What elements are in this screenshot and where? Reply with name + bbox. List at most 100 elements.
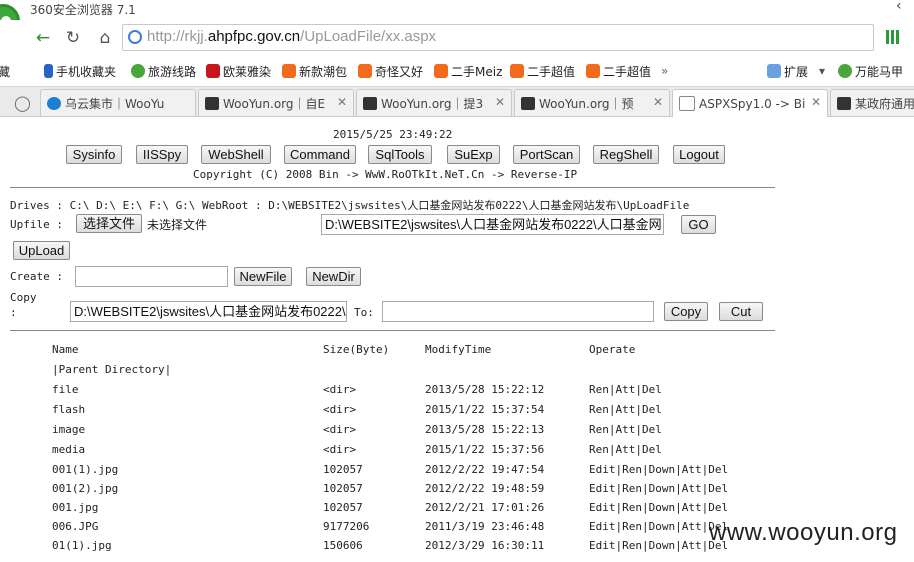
cloud-icon <box>47 96 61 110</box>
bookmark-1[interactable]: 手机收藏夹 <box>44 62 116 80</box>
sqltools-button[interactable]: SqlTools <box>368 145 432 164</box>
create-name-input[interactable] <box>75 266 228 287</box>
grid-icon <box>767 64 781 78</box>
extensions-menu[interactable]: 扩展 <box>767 62 808 80</box>
operate-links[interactable]: Edit|Ren|Down|Att|Del <box>589 501 728 514</box>
modify-time: 2012/2/21 17:01:26 <box>425 501 545 514</box>
logout-button[interactable]: Logout <box>673 145 725 164</box>
copy-dest-input[interactable] <box>382 301 654 322</box>
file-size: <dir> <box>323 403 357 416</box>
upload-button[interactable]: UpLoad <box>13 241 70 260</box>
webshell-button[interactable]: WebShell <box>201 145 271 164</box>
bookmark-0[interactable]: 藏 <box>0 62 10 80</box>
chevron-up-icon[interactable]: ‹ <box>896 0 902 14</box>
close-icon[interactable]: ✕ <box>653 95 663 109</box>
choose-file-button[interactable]: 选择文件 <box>76 214 142 233</box>
file-name-link[interactable]: 001(2).jpg <box>52 482 118 495</box>
bookmark-6[interactable]: 二手Meiz <box>434 62 502 80</box>
column-header-operate: Operate <box>589 343 636 356</box>
newfile-button[interactable]: NewFile <box>234 267 292 286</box>
home-icon[interactable]: ⌂ <box>94 27 116 49</box>
modify-time: 2012/2/22 19:48:59 <box>425 482 545 495</box>
modify-time: 2015/1/22 15:37:56 <box>425 443 545 456</box>
file-size: 102057 <box>323 501 363 514</box>
file-name-link[interactable]: 001(1).jpg <box>52 463 118 476</box>
iisspy-button[interactable]: IISSpy <box>136 145 188 164</box>
operate-links[interactable]: Ren|Att|Del <box>589 423 662 436</box>
taobao-icon <box>434 64 448 78</box>
tab-3[interactable]: WooYun.org｜预 ✕ <box>514 89 670 116</box>
create-label: Create : <box>10 270 63 283</box>
window-title: 360安全浏览器 7.1 <box>30 3 136 17</box>
restore-tabs-icon[interactable]: ◯ <box>14 94 31 112</box>
file-name-link[interactable]: file <box>52 383 79 396</box>
column-header-name: Name <box>52 343 79 356</box>
chevron-down-icon[interactable]: ▾ <box>819 62 825 80</box>
divider <box>10 187 775 188</box>
copy-source-input[interactable]: D:\WEBSITE2\jswsites\人口基金网站发布0222\ <box>70 301 347 322</box>
back-arrow-icon[interactable]: ← <box>32 27 54 49</box>
bookmark-7[interactable]: 二手超值 <box>510 62 575 80</box>
file-name-link[interactable]: media <box>52 443 85 456</box>
modify-time: 2013/5/28 15:22:12 <box>425 383 545 396</box>
file-size: <dir> <box>323 383 357 396</box>
file-size: 9177206 <box>323 520 370 533</box>
modify-time: 2012/2/22 19:47:54 <box>425 463 545 476</box>
parent-directory-link[interactable]: |Parent Directory| <box>52 363 171 376</box>
newdir-button[interactable]: NewDir <box>306 267 361 286</box>
portscan-button[interactable]: PortScan <box>513 145 580 164</box>
refresh-icon[interactable]: ↻ <box>62 27 84 49</box>
tab-0[interactable]: 乌云集市｜WooYu <box>40 89 196 116</box>
upfile-label: Upfile : <box>10 218 63 231</box>
close-icon[interactable]: ✕ <box>337 95 347 109</box>
bookmarks-more[interactable]: » <box>661 62 668 80</box>
regshell-button[interactable]: RegShell <box>593 145 659 164</box>
no-file-chosen-text: 未选择文件 <box>147 218 208 232</box>
taobao-icon <box>510 64 524 78</box>
close-icon[interactable]: ✕ <box>495 95 505 109</box>
operate-links[interactable]: Edit|Ren|Down|Att|Del <box>589 482 728 495</box>
file-size: <dir> <box>323 443 357 456</box>
modify-time: 2011/3/19 23:46:48 <box>425 520 545 533</box>
file-name-link[interactable]: 01(1).jpg <box>52 539 112 552</box>
tab-5[interactable]: 某政府通用 <box>830 89 914 116</box>
tab-1[interactable]: WooYun.org｜自E ✕ <box>198 89 354 116</box>
column-header-modifytime: ModifyTime <box>425 343 492 356</box>
wooyun-icon <box>521 96 535 110</box>
page-icon <box>679 96 695 111</box>
file-name-link[interactable]: image <box>52 423 85 436</box>
operate-links[interactable]: Edit|Ren|Down|Att|Del <box>589 463 728 476</box>
command-button[interactable]: Command <box>284 145 356 164</box>
bookmark-2[interactable]: 旅游线路 <box>131 62 196 80</box>
go-button[interactable]: GO <box>681 215 716 234</box>
server-datetime: 2015/5/25 23:49:22 <box>333 128 453 141</box>
phone-icon <box>44 64 53 78</box>
sysinfo-button[interactable]: Sysinfo <box>66 145 122 164</box>
tab-4-active[interactable]: ASPXSpy1.0 -> Bi ✕ <box>672 89 828 117</box>
bookmark-3[interactable]: 欧莱雅染 <box>206 62 271 80</box>
file-name-link[interactable]: 006.JPG <box>52 520 98 533</box>
upload-path-input[interactable]: D:\WEBSITE2\jswsites\人口基金网站发布0222\人口基金网 <box>321 214 664 235</box>
title-bar <box>0 0 914 20</box>
wooyun-icon <box>363 96 377 110</box>
bookmark-8[interactable]: 二手超值 <box>586 62 651 80</box>
bookmark-4[interactable]: 新款潮包 <box>282 62 347 80</box>
operate-links[interactable]: Ren|Att|Del <box>589 383 662 396</box>
file-name-link[interactable]: 001.jpg <box>52 501 98 514</box>
suexp-button[interactable]: SuExp <box>447 145 500 164</box>
bookmark-5[interactable]: 奇怪又好 <box>358 62 423 80</box>
operate-links[interactable]: Edit|Ren|Down|Att|Del <box>589 539 728 552</box>
tab-2[interactable]: WooYun.org｜提3 ✕ <box>356 89 512 116</box>
copy-button[interactable]: Copy <box>664 302 708 321</box>
file-name-link[interactable]: flash <box>52 403 85 416</box>
close-icon[interactable]: ✕ <box>811 95 821 109</box>
bookmark-wanneng[interactable]: 万能马甲 <box>838 62 903 80</box>
modify-time: 2015/1/22 15:37:54 <box>425 403 545 416</box>
cut-button[interactable]: Cut <box>719 302 763 321</box>
operate-links[interactable]: Edit|Ren|Down|Att|Del <box>589 520 728 533</box>
operate-links[interactable]: Ren|Att|Del <box>589 403 662 416</box>
operate-links[interactable]: Ren|Att|Del <box>589 443 662 456</box>
url-text[interactable]: http://rkjj.ahpfpc.gov.cn/UpLoadFile/xx.… <box>147 28 436 45</box>
site-info-icon[interactable] <box>128 30 142 44</box>
qr-code-icon[interactable] <box>886 30 900 44</box>
